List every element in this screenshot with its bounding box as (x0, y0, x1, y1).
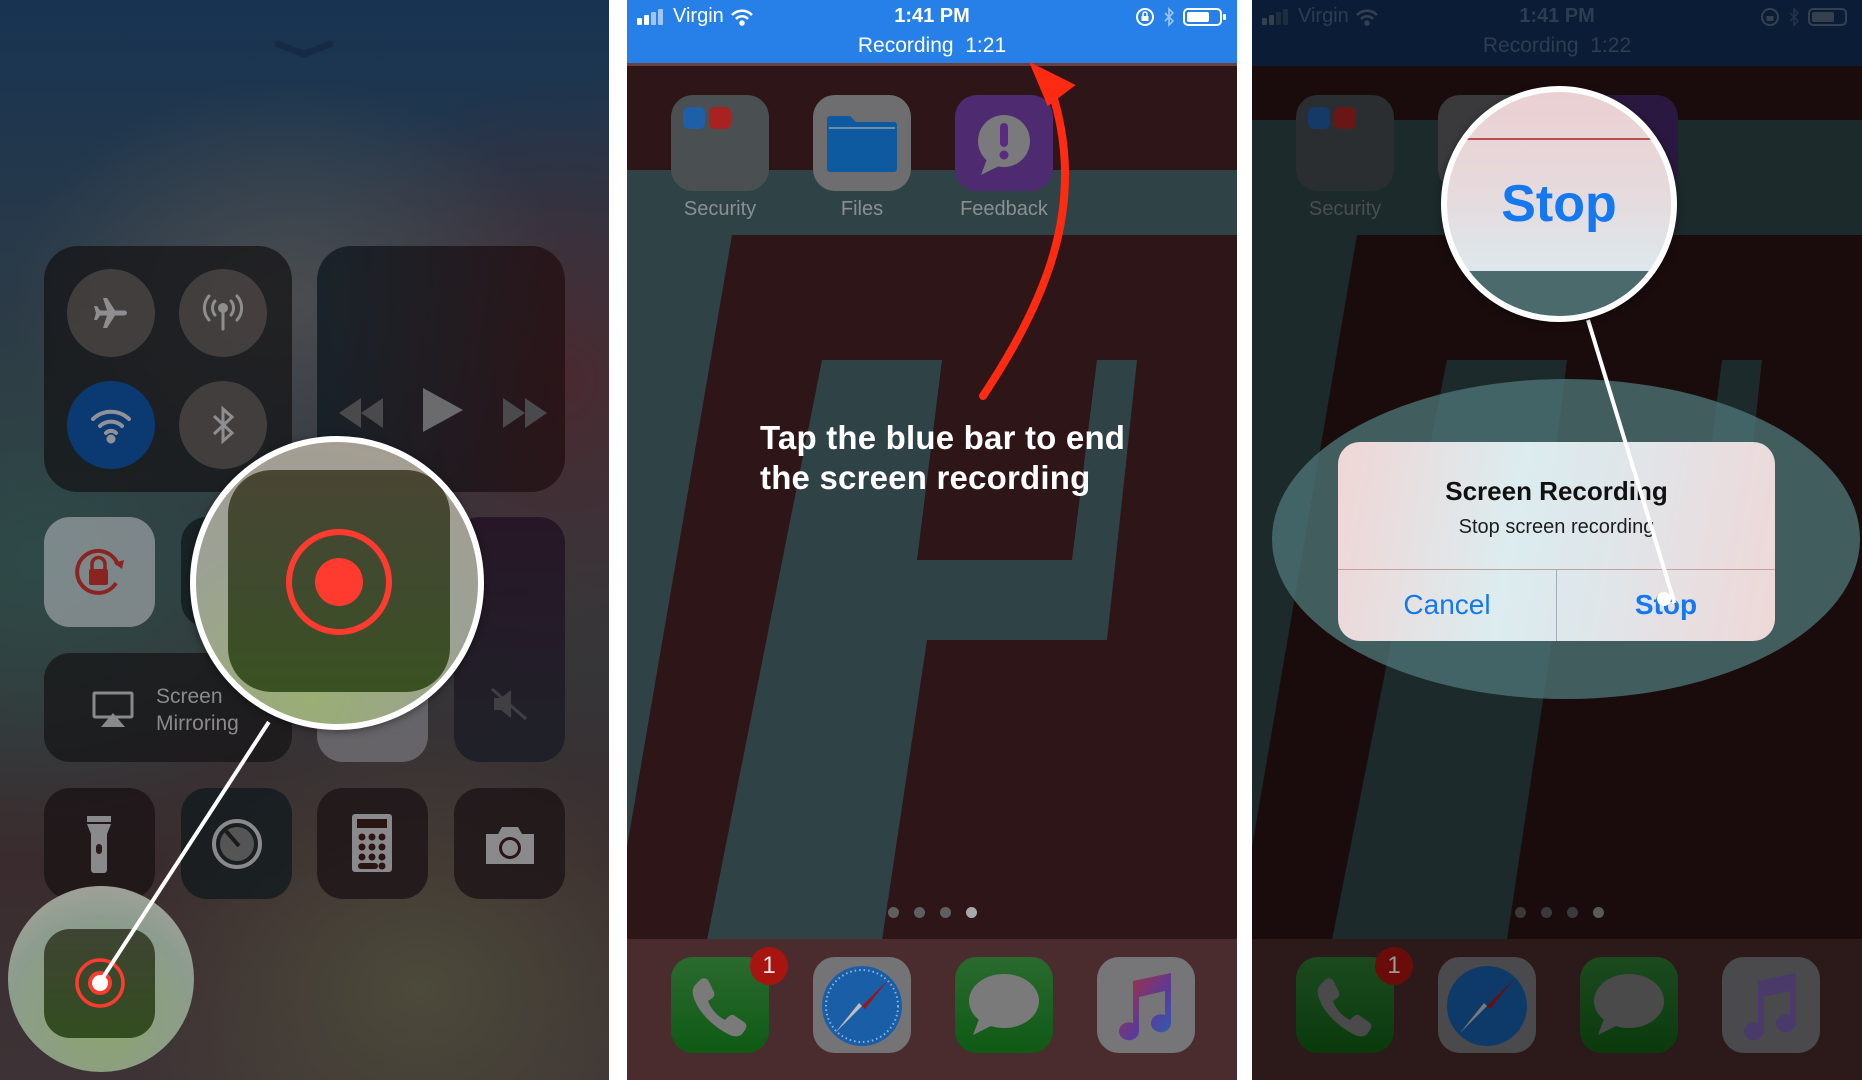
orientation-lock-toggle[interactable] (44, 517, 155, 627)
cellular-data-toggle[interactable] (179, 269, 267, 357)
chevron-down-icon[interactable] (274, 40, 334, 58)
flashlight-icon (87, 816, 111, 873)
dock-app-messages[interactable] (955, 957, 1053, 1053)
record-button-zoomed (228, 470, 450, 692)
record-icon (75, 958, 125, 1008)
mute-icon (491, 687, 527, 721)
page-dot-active (1593, 907, 1604, 918)
dock-app-music[interactable] (1097, 957, 1195, 1053)
dock-app-safari[interactable] (1438, 957, 1536, 1053)
stop-recording-alert: Screen Recording Stop screen recording C… (1338, 442, 1775, 641)
dock: 1 (627, 939, 1237, 1080)
page-indicator[interactable] (888, 907, 977, 918)
recording-status-bar[interactable]: Virgin 1:41 PM Recording 1:22 (1252, 0, 1862, 66)
stop-button-magnifier: Stop (1441, 86, 1677, 322)
stop-recording-dialog-panel: Virgin 1:41 PM Recording 1:22 Security S… (1252, 0, 1862, 1080)
bluetooth-toggle[interactable] (179, 381, 267, 469)
instruction-caption: Tap the blue bar to end the screen recor… (760, 418, 1125, 498)
caption-line2: the screen recording (760, 459, 1091, 496)
magnified-divider (1447, 138, 1671, 140)
screen-mirroring-label-line1: Screen (156, 685, 223, 708)
page-dot (914, 907, 925, 918)
airplay-icon (92, 691, 134, 727)
magnified-stop-label: Stop (1501, 175, 1617, 233)
message-bubble-icon (969, 974, 1039, 1035)
wifi-toggle[interactable] (67, 381, 155, 469)
status-indicators (1760, 7, 1852, 27)
page-dot (1567, 907, 1578, 918)
music-note-icon (1119, 973, 1172, 1041)
page-indicator[interactable] (1515, 907, 1604, 918)
page-dot (888, 907, 899, 918)
orientation-lock-icon (75, 548, 124, 595)
control-center-panel: Screen Mirroring (0, 0, 609, 1080)
bluetooth-icon (1789, 7, 1800, 27)
dock-app-messages[interactable] (1580, 957, 1678, 1053)
page-dot (1541, 907, 1552, 918)
camera-button[interactable] (454, 788, 565, 899)
recording-timer[interactable]: Recording 1:22 (1252, 34, 1862, 58)
caption-line1: Tap the blue bar to end (760, 419, 1126, 456)
wifi-icon (91, 409, 131, 444)
screen-mirroring-label-line2: Mirroring (156, 712, 239, 735)
timer-button[interactable] (181, 788, 292, 899)
home-screen-recording-panel: Virgin 1:41 PM Recording 1:21 Security F… (627, 0, 1237, 1080)
page-dot (940, 907, 951, 918)
orientation-lock-icon (1761, 8, 1779, 26)
calculator-icon (352, 814, 392, 872)
app-label-security: Security (1308, 198, 1382, 220)
calculator-button[interactable] (317, 788, 428, 899)
screen-recording-button[interactable] (44, 929, 155, 1038)
flashlight-button[interactable] (44, 788, 155, 899)
airplane-icon (94, 298, 127, 328)
app-security-folder[interactable] (1296, 95, 1394, 191)
safari-compass-icon (1447, 966, 1527, 1046)
callout-pointer-dot (1657, 592, 1671, 606)
record-button-magnifier (190, 436, 484, 730)
red-arrow-annotation (979, 61, 1076, 400)
bluetooth-icon (212, 405, 235, 445)
airplane-mode-toggle[interactable] (67, 269, 155, 357)
fast-forward-icon[interactable] (499, 396, 549, 430)
safari-compass-icon (822, 966, 902, 1046)
phone-badge: 1 (750, 947, 788, 985)
record-icon (286, 529, 392, 635)
phone-badge: 1 (1375, 947, 1413, 985)
play-icon[interactable] (421, 386, 465, 434)
alert-title: Screen Recording (1445, 476, 1668, 506)
message-bubble-icon (1594, 974, 1664, 1035)
camera-icon (486, 827, 534, 864)
timer-icon (212, 819, 262, 869)
page-dot-active (966, 907, 977, 918)
dock-app-music[interactable] (1722, 957, 1820, 1053)
rewind-icon[interactable] (337, 396, 387, 430)
connectivity-block (44, 246, 292, 492)
battery-icon (1808, 8, 1847, 26)
cancel-button[interactable]: Cancel (1338, 569, 1556, 641)
antenna-icon (202, 294, 244, 331)
phone-icon (1317, 978, 1372, 1037)
music-note-icon (1744, 973, 1797, 1041)
dock: 1 (1252, 939, 1862, 1080)
alert-message: Stop screen recording (1458, 516, 1655, 538)
page-dot (1515, 907, 1526, 918)
phone-icon (692, 978, 747, 1037)
dock-app-safari[interactable] (813, 957, 911, 1053)
